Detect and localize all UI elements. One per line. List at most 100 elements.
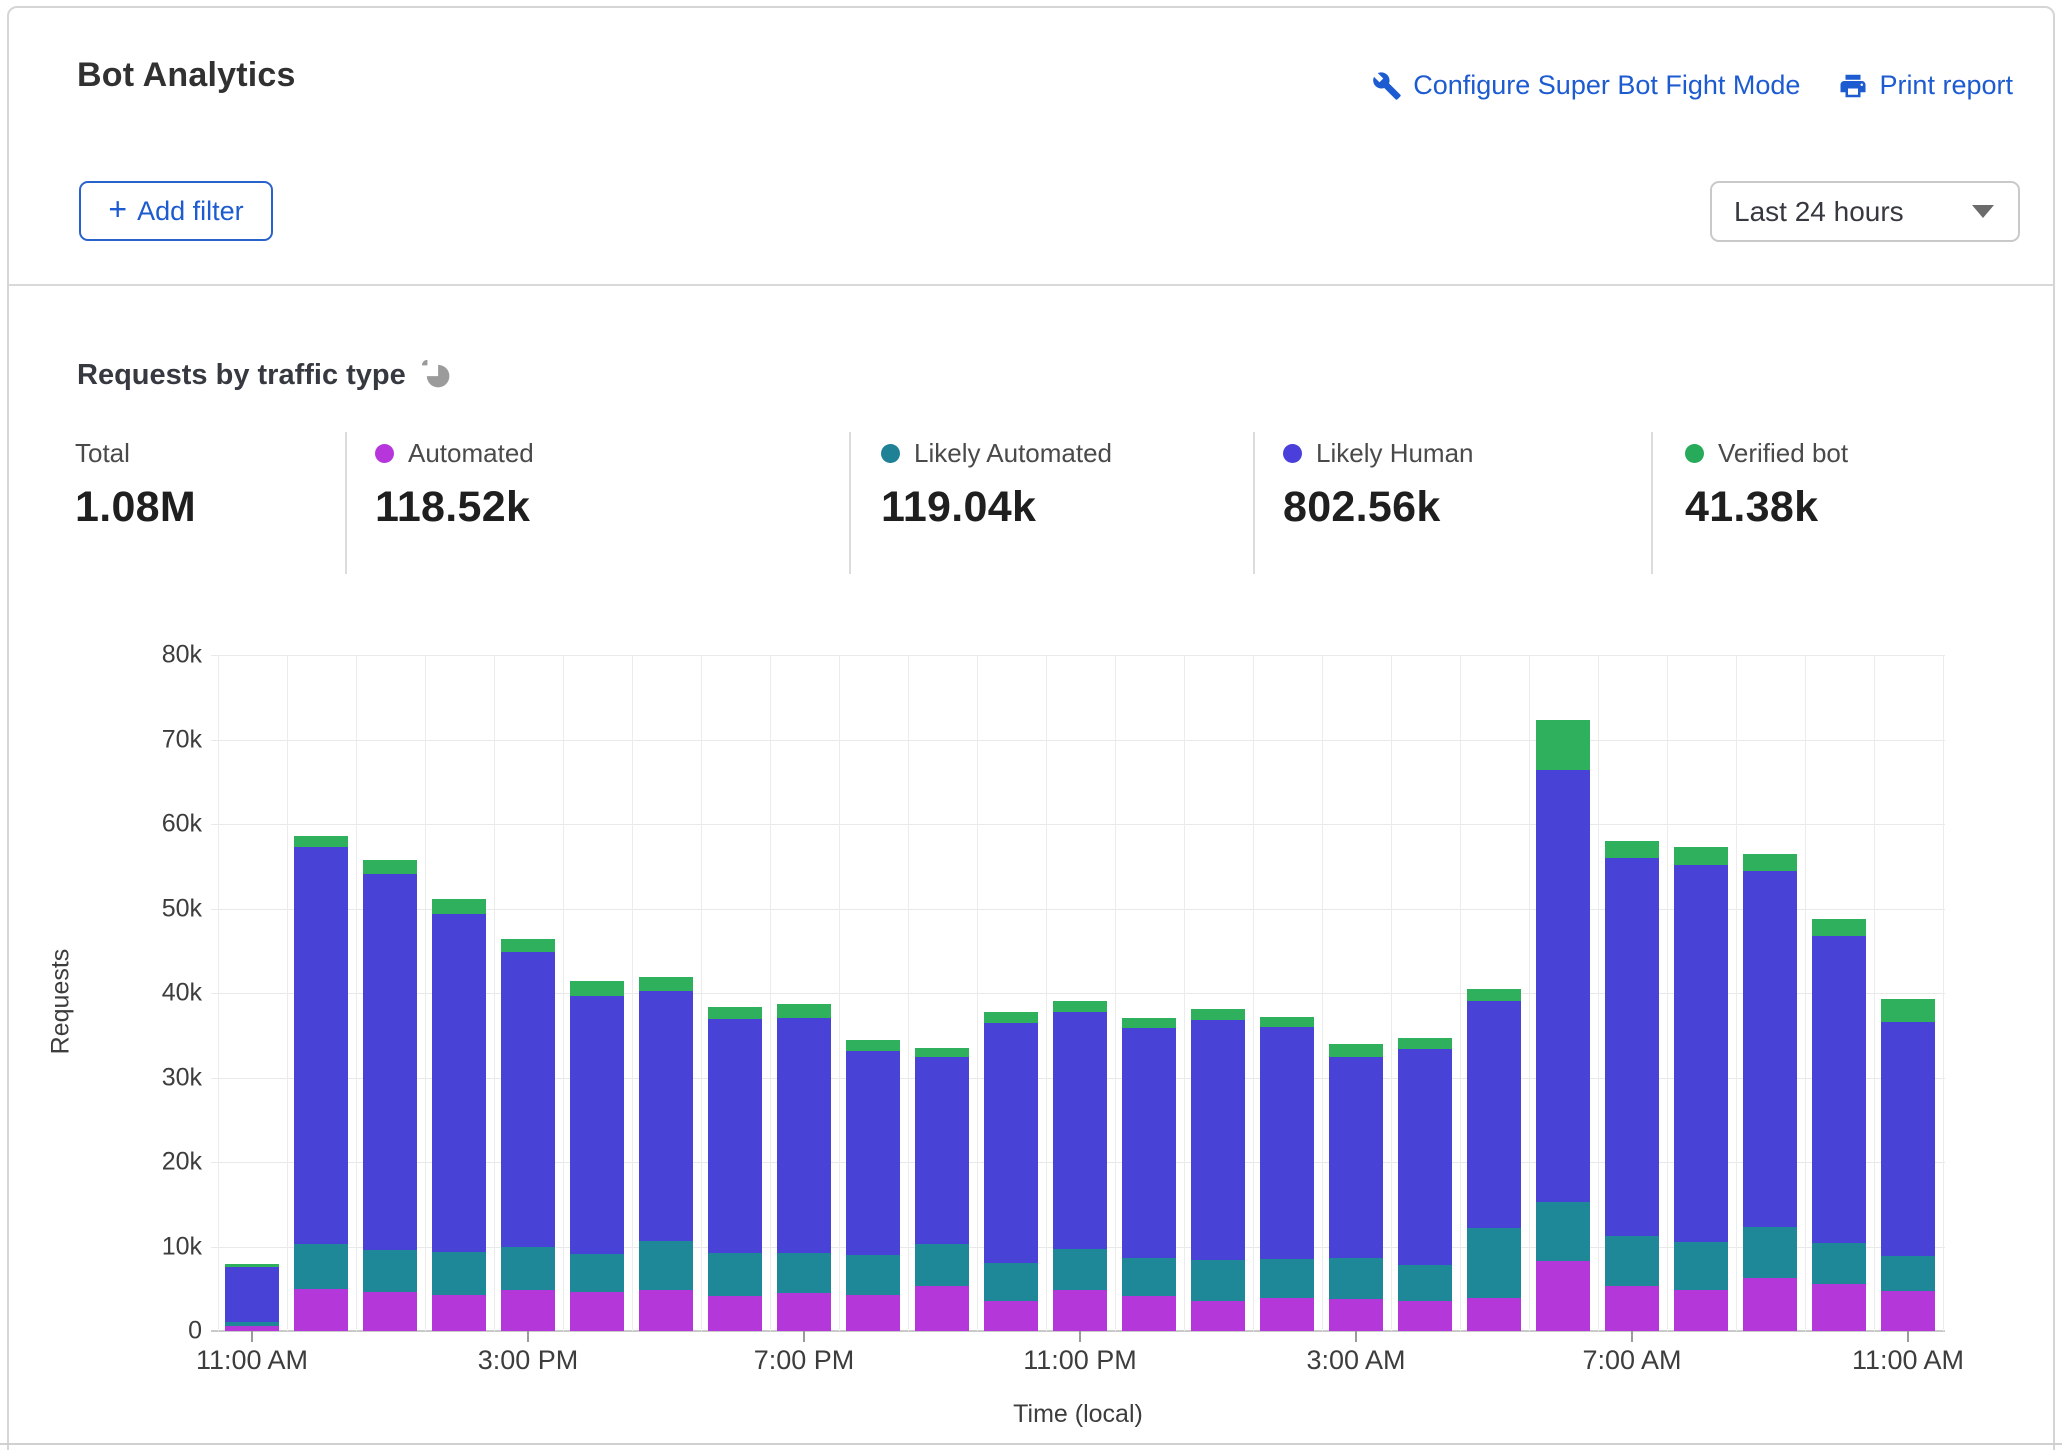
add-filter-button[interactable]: + Add filter <box>79 181 273 241</box>
bar-segment-likely-human[interactable] <box>1812 936 1866 1243</box>
bar-segment-verified-bot[interactable] <box>708 1007 762 1020</box>
bar-segment-likely-human[interactable] <box>1536 770 1590 1202</box>
bar-segment-likely-automated[interactable] <box>1467 1228 1521 1298</box>
configure-super-bot-fight-mode-link[interactable]: Configure Super Bot Fight Mode <box>1372 70 1800 101</box>
bar-segment-automated[interactable] <box>1743 1278 1797 1331</box>
bar-segment-likely-automated[interactable] <box>1191 1260 1245 1301</box>
bar-segment-verified-bot[interactable] <box>1605 841 1659 858</box>
bar-segment-likely-human[interactable] <box>501 952 555 1248</box>
bar-segment-verified-bot[interactable] <box>432 899 486 914</box>
bar-segment-likely-automated[interactable] <box>1605 1236 1659 1286</box>
bar-segment-likely-human[interactable] <box>777 1018 831 1254</box>
bar-segment-verified-bot[interactable] <box>1260 1017 1314 1027</box>
bar-segment-likely-automated[interactable] <box>363 1250 417 1292</box>
bar-segment-automated[interactable] <box>639 1290 693 1331</box>
bar-segment-likely-automated[interactable] <box>984 1263 1038 1300</box>
bar-segment-likely-human[interactable] <box>363 874 417 1250</box>
bar-segment-verified-bot[interactable] <box>1536 720 1590 770</box>
bar-segment-verified-bot[interactable] <box>1674 847 1728 866</box>
bar-segment-automated[interactable] <box>846 1295 900 1331</box>
bar-segment-automated[interactable] <box>1881 1291 1935 1331</box>
bar-segment-automated[interactable] <box>501 1290 555 1331</box>
bar-segment-verified-bot[interactable] <box>915 1048 969 1057</box>
bar-segment-verified-bot[interactable] <box>363 860 417 874</box>
bar-segment-likely-human[interactable] <box>1743 871 1797 1227</box>
bar-segment-verified-bot[interactable] <box>1191 1009 1245 1020</box>
bar-segment-likely-automated[interactable] <box>915 1244 969 1286</box>
bar-segment-automated[interactable] <box>1260 1298 1314 1331</box>
bar-segment-verified-bot[interactable] <box>1743 854 1797 872</box>
bar-segment-likely-automated[interactable] <box>1398 1265 1452 1300</box>
bar-segment-verified-bot[interactable] <box>1881 999 1935 1022</box>
bar-segment-automated[interactable] <box>570 1292 624 1331</box>
bar-segment-likely-human[interactable] <box>1605 858 1659 1237</box>
bar-segment-likely-human[interactable] <box>1191 1020 1245 1260</box>
time-range-dropdown[interactable]: Last 24 hours <box>1710 181 2020 242</box>
bar-segment-verified-bot[interactable] <box>570 981 624 995</box>
bar-segment-verified-bot[interactable] <box>777 1004 831 1018</box>
bar-segment-automated[interactable] <box>1536 1261 1590 1331</box>
bar-segment-likely-human[interactable] <box>1329 1057 1383 1258</box>
bar-segment-automated[interactable] <box>1467 1298 1521 1331</box>
bar-segment-likely-automated[interactable] <box>1743 1227 1797 1278</box>
bar-segment-likely-automated[interactable] <box>1329 1258 1383 1299</box>
bar-segment-likely-automated[interactable] <box>708 1253 762 1295</box>
bar-segment-automated[interactable] <box>1674 1290 1728 1331</box>
bar-segment-likely-human[interactable] <box>639 991 693 1240</box>
bar-segment-automated[interactable] <box>1605 1286 1659 1331</box>
bar-segment-likely-automated[interactable] <box>432 1252 486 1294</box>
bar-segment-likely-automated[interactable] <box>1122 1258 1176 1295</box>
bar-segment-automated[interactable] <box>432 1295 486 1331</box>
bar-segment-likely-human[interactable] <box>708 1019 762 1253</box>
bar-segment-verified-bot[interactable] <box>846 1040 900 1051</box>
bar-segment-automated[interactable] <box>1191 1301 1245 1331</box>
bar-segment-likely-human[interactable] <box>570 996 624 1255</box>
bar-segment-verified-bot[interactable] <box>639 977 693 991</box>
bar-segment-automated[interactable] <box>984 1301 1038 1331</box>
bar-segment-verified-bot[interactable] <box>1329 1044 1383 1058</box>
bar-segment-likely-human[interactable] <box>432 914 486 1252</box>
bar-segment-likely-human[interactable] <box>1467 1001 1521 1228</box>
bar-segment-likely-automated[interactable] <box>1674 1242 1728 1290</box>
bar-segment-verified-bot[interactable] <box>1812 919 1866 937</box>
bar-segment-likely-automated[interactable] <box>501 1247 555 1290</box>
bar-segment-likely-automated[interactable] <box>294 1244 348 1289</box>
bar-segment-verified-bot[interactable] <box>984 1012 1038 1023</box>
bar-segment-automated[interactable] <box>708 1296 762 1331</box>
bar-segment-likely-human[interactable] <box>1260 1027 1314 1259</box>
bar-segment-likely-automated[interactable] <box>1812 1243 1866 1284</box>
bar-segment-verified-bot[interactable] <box>1122 1018 1176 1028</box>
bar-segment-likely-automated[interactable] <box>846 1255 900 1295</box>
print-report-link[interactable]: Print report <box>1838 70 2013 101</box>
bar-segment-automated[interactable] <box>294 1289 348 1331</box>
bar-segment-automated[interactable] <box>777 1293 831 1331</box>
bar-segment-likely-human[interactable] <box>225 1267 279 1322</box>
bar-segment-likely-human[interactable] <box>1674 865 1728 1242</box>
bar-segment-likely-automated[interactable] <box>777 1253 831 1293</box>
bar-segment-verified-bot[interactable] <box>294 836 348 847</box>
bar-segment-automated[interactable] <box>1122 1296 1176 1331</box>
bar-segment-automated[interactable] <box>915 1286 969 1331</box>
bar-segment-automated[interactable] <box>1329 1299 1383 1331</box>
bar-segment-verified-bot[interactable] <box>501 939 555 952</box>
bar-segment-likely-human[interactable] <box>1398 1049 1452 1265</box>
bar-segment-likely-automated[interactable] <box>1881 1256 1935 1291</box>
bar-segment-likely-human[interactable] <box>846 1051 900 1255</box>
bar-segment-automated[interactable] <box>1812 1284 1866 1331</box>
bar-segment-automated[interactable] <box>1053 1290 1107 1331</box>
bar-segment-likely-human[interactable] <box>915 1057 969 1244</box>
bar-segment-automated[interactable] <box>363 1292 417 1331</box>
bar-segment-likely-human[interactable] <box>1881 1022 1935 1256</box>
bar-segment-likely-automated[interactable] <box>1536 1202 1590 1261</box>
bar-segment-likely-automated[interactable] <box>1260 1259 1314 1298</box>
bar-segment-likely-human[interactable] <box>1122 1028 1176 1259</box>
bar-segment-verified-bot[interactable] <box>225 1264 279 1267</box>
bar-segment-likely-automated[interactable] <box>639 1241 693 1290</box>
bar-segment-likely-automated[interactable] <box>1053 1249 1107 1290</box>
bar-segment-likely-automated[interactable] <box>225 1322 279 1326</box>
bar-segment-likely-human[interactable] <box>294 847 348 1244</box>
bar-segment-verified-bot[interactable] <box>1467 989 1521 1001</box>
bar-segment-verified-bot[interactable] <box>1398 1038 1452 1049</box>
bar-segment-likely-human[interactable] <box>984 1023 1038 1264</box>
bar-segment-likely-human[interactable] <box>1053 1012 1107 1249</box>
